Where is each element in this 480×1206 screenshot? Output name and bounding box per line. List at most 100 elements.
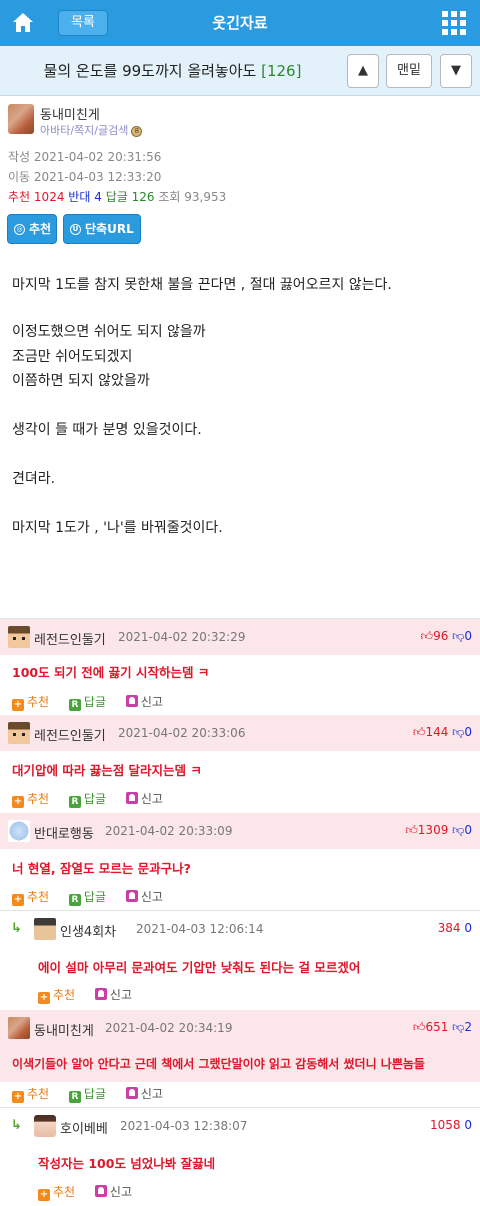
report-label: 신고 [140,695,163,709]
commenter-avatar[interactable] [34,918,56,940]
comment-header: 레전드인둘기 2021-04-02 20:33:06 👍︎144 👎︎0 [0,715,480,751]
commenter-name[interactable]: 인생4회차 [60,921,116,940]
thumbs-up-icon[interactable]: 👍︎ [413,725,426,739]
opp-label: 반대 [68,190,91,204]
rep-label: 답글 [105,190,128,204]
report-icon [94,1185,107,1197]
upvote-count: 96 [433,629,449,643]
post-comment-count[interactable]: [126] [261,62,301,80]
report-label: 신고 [109,988,133,1002]
body-line: 조금만 쉬어도되겠지 [12,349,133,365]
comment-reply-button[interactable]: R 답글 [68,693,106,711]
thumbs-down-icon[interactable]: 👎︎ [452,725,464,739]
comment-recommend-button[interactable]: + 추천 [12,790,49,808]
scroll-up-button[interactable]: ▲ [347,54,379,88]
scroll-bottom-button[interactable]: 맨밑 [386,54,432,88]
thumbs-up-icon[interactable]: 👍︎ [413,1020,426,1034]
comment-votes[interactable]: 👍︎96 👎︎0 [421,629,472,644]
comment-date: 2021-04-02 20:33:09 [105,824,233,838]
reply-label: 답글 [83,1087,107,1101]
comment-text: 에이 설마 아무리 문과여도 기압만 낮춰도 된다는 걸 모르겠어 [38,960,361,975]
thumbs-down-icon[interactable]: 👎︎ [452,629,464,643]
comment-recommend-button[interactable]: + 추천 [12,693,49,711]
board-title: 웃긴자료 [212,14,268,32]
rec-count: 1024 [33,190,65,204]
commenter-avatar[interactable] [8,722,30,744]
author-links[interactable]: 아바타/쪽지/글검색 8 [40,122,143,138]
rec-label: 추천 [8,190,31,204]
reply-icon: R [68,894,81,906]
comment-actions: + 추천 R 답글 신고 [12,888,179,906]
reply-arrow-icon: ↳ [11,1118,22,1133]
comment-report-button[interactable]: 신고 [94,1183,132,1200]
post-title-bar: 물의 온도를 99도까지 올려놓아도 [126] ▲ 맨밑 ▼ [0,46,480,96]
thumbs-down-icon[interactable]: 👎︎ [452,1020,464,1034]
body-line: 견뎌라. [12,471,56,487]
body-line: 이정도했으면 쉬어도 되지 않을까 [12,324,206,340]
author-avatar[interactable] [8,104,34,134]
comment-votes[interactable]: 👍︎144 👎︎0 [413,725,472,740]
report-icon [125,890,138,902]
commenter-name[interactable]: 레전드인둘기 [34,629,106,648]
comment-actions: + 추천 신고 [38,986,148,1004]
comment-report-button[interactable]: 신고 [125,693,163,710]
comment-reply-button[interactable]: R 답글 [68,790,106,808]
recommend-label: 추천 [53,988,76,1002]
url-icon: U [70,224,81,235]
reply-label: 답글 [83,890,107,904]
comment-text: 100도 되기 전에 끓기 시작하는뎀 ㅋ [12,665,210,680]
thumbs-down-icon[interactable]: 👎︎ [452,823,464,837]
plus-icon: + [12,796,24,808]
list-button[interactable]: 목록 [58,10,108,36]
recommend-label: 추천 [53,1185,76,1199]
scroll-down-button[interactable]: ▼ [440,54,472,88]
comment-recommend-button[interactable]: + 추천 [38,1183,75,1201]
commenter-avatar[interactable] [8,820,30,842]
short-url-button[interactable]: U 단축URL [63,214,141,244]
comment-date: 2021-04-02 20:33:06 [118,726,246,740]
recommend-icon: ◎ [14,224,25,235]
home-icon[interactable] [8,8,38,38]
commenter-avatar[interactable] [8,626,30,648]
body-line: 생각이 들 때가 분명 있을것이다. [12,422,202,438]
comment-report-button[interactable]: 신고 [94,986,133,1003]
recommend-button[interactable]: ◎ 추천 [7,214,57,244]
comment-recommend-button[interactable]: + 추천 [12,1085,49,1103]
comment-header: 레전드인둘기 2021-04-02 20:32:29 👍︎96 👎︎0 [0,619,480,655]
comment-votes[interactable]: 👍︎1309 👎︎0 [405,823,472,838]
top-bar: 목록 웃긴자료 [0,0,480,46]
comment-text: 대기압에 따라 끓는점 달라지는뎀 ㅋ [12,763,202,778]
commenter-name[interactable]: 호이베베 [60,1118,108,1137]
recommend-label: 추천 [27,695,50,709]
comment-text: 이색기들아 알아 안다고 근데 책에서 그랬단말이야 읽고 감동해서 썼더니 나… [12,1057,425,1071]
comment-report-button[interactable]: 신고 [125,888,163,905]
menu-grid-icon[interactable] [442,11,466,35]
author-links-text[interactable]: 아바타/쪽지/글검색 [40,124,128,137]
commenter-avatar[interactable] [34,1115,56,1137]
comment-votes[interactable]: 👍︎651 👎︎2 [413,1020,472,1035]
comment-reply-button[interactable]: R 답글 [68,1085,107,1103]
comment-report-button[interactable]: 신고 [125,790,163,807]
comment-header: 반대로행동 2021-04-02 20:33:09 👍︎1309 👎︎0 [0,813,480,849]
thumbs-up-icon[interactable]: 👍︎ [405,823,418,837]
commenter-name[interactable]: 레전드인둘기 [34,725,106,744]
comment-report-button[interactable]: 신고 [125,1085,163,1102]
downvote-count: 0 [464,1118,472,1132]
commenter-name[interactable]: 동내미친게 [34,1020,94,1039]
comment-recommend-button[interactable]: + 추천 [12,888,49,906]
commenter-avatar[interactable] [8,1017,30,1039]
comment-reply-button[interactable]: R 답글 [68,888,107,906]
downvote-count: 0 [464,629,472,643]
post-title: 물의 온도를 99도까지 올려놓아도 [126] [0,46,345,96]
comment-recommend-button[interactable]: + 추천 [38,986,75,1004]
comment-actions: + 추천 R 답글 신고 [12,693,179,711]
commenter-name[interactable]: 반대로행동 [34,823,94,842]
thumbs-up-icon[interactable]: 👍︎ [421,629,434,643]
author-name[interactable]: 동내미친게 [40,104,100,123]
recommend-button-label: 추천 [29,222,52,236]
body-line: 마지막 1도가 , '나'를 바꿔줄것이다. [12,520,223,536]
comment-votes[interactable]: 384 0 [438,921,472,935]
downvote-count: 0 [464,725,472,739]
plus-icon: + [38,1189,50,1201]
comment-votes[interactable]: 1058 0 [430,1118,472,1132]
